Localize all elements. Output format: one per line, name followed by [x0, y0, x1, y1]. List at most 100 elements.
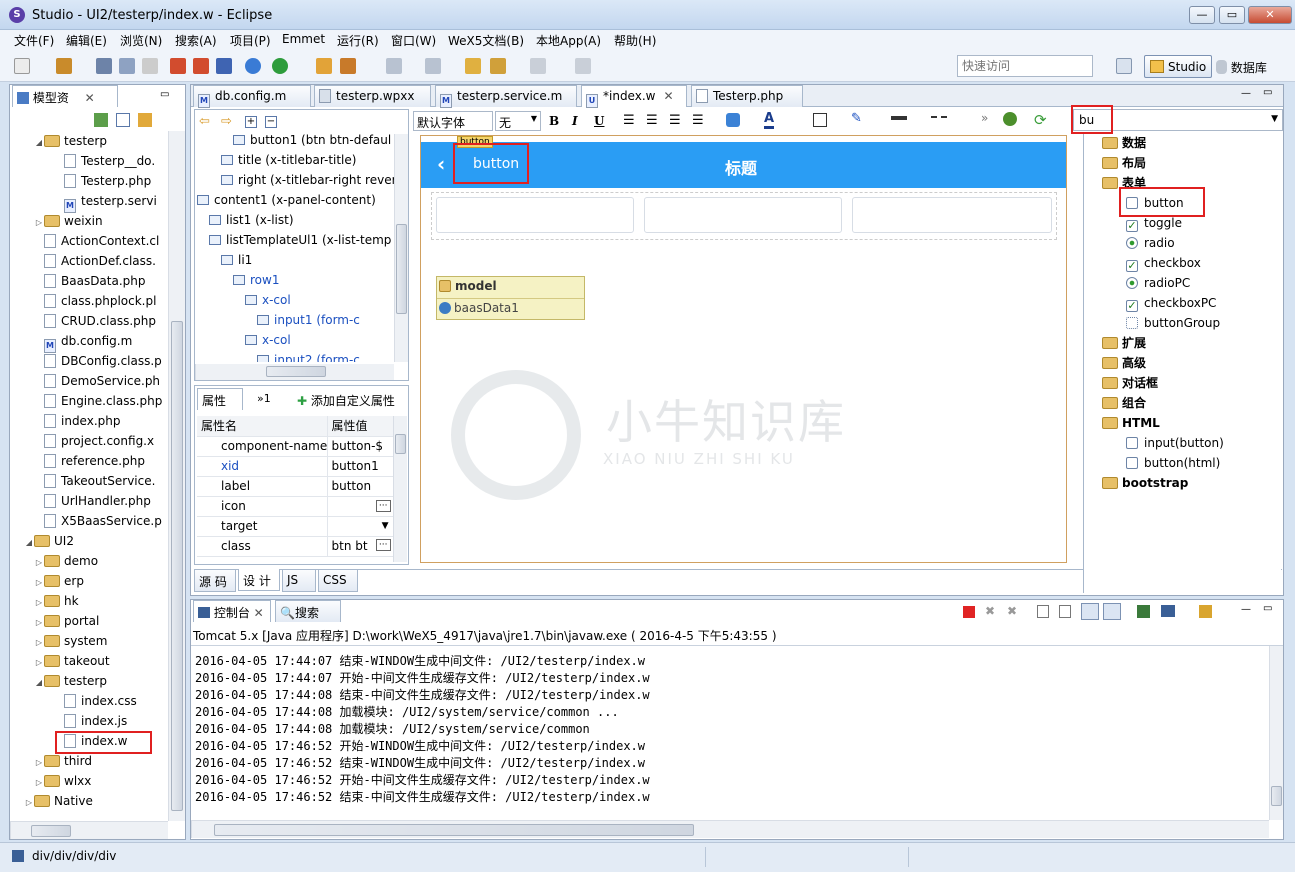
quick-access-input[interactable]	[957, 55, 1093, 77]
collapsed-arrow-icon[interactable]: ▷	[34, 613, 44, 633]
font-color-icon[interactable]: A	[764, 111, 775, 129]
collapsed-arrow-icon[interactable]: ▷	[24, 793, 34, 813]
refresh-icon[interactable]: ⟳	[1034, 111, 1047, 129]
collapsed-arrow-icon[interactable]: ▷	[34, 213, 44, 233]
dropdown-icon[interactable]: ▼	[382, 521, 389, 531]
tree-item[interactable]: ▷ wlxx	[34, 771, 91, 791]
prop-value[interactable]: button-$	[327, 436, 394, 457]
size-select[interactable]: 无 ▼	[495, 111, 541, 131]
props-vscroll[interactable]	[393, 416, 407, 562]
save-icon[interactable]	[96, 58, 112, 74]
show-stdout-icon[interactable]	[1081, 603, 1099, 620]
back-icon[interactable]	[490, 58, 506, 74]
underline-icon[interactable]: U	[594, 114, 604, 128]
palette-component[interactable]: input(button)	[1126, 433, 1224, 453]
outline-item[interactable]: button1 (btn btn-defaul	[233, 134, 391, 150]
forward-arrow-icon[interactable]: ⇨	[221, 114, 232, 129]
scroll-lock-icon[interactable]	[1059, 605, 1071, 618]
tree-item[interactable]: reference.php	[34, 451, 145, 471]
collapsed-arrow-icon[interactable]: ▷	[34, 553, 44, 573]
bold-icon[interactable]: B	[549, 114, 559, 128]
tab-properties[interactable]: 属性	[197, 388, 243, 410]
tree-vertical-scrollbar[interactable]	[168, 131, 185, 821]
scrollbar-thumb[interactable]	[1271, 786, 1282, 806]
run-icon[interactable]	[272, 58, 288, 74]
tree-item[interactable]: project.config.x	[34, 431, 154, 451]
menu-help[interactable]: 帮助(H)	[614, 32, 656, 49]
dash-style-icon[interactable]	[931, 116, 947, 120]
tree-item[interactable]: ActionContext.cl	[34, 231, 159, 251]
pin-console-icon[interactable]	[1137, 605, 1150, 618]
debug-tool-icon[interactable]	[170, 58, 186, 74]
model-explorer-tab[interactable]: 模型资 ✕	[12, 85, 118, 107]
model-component[interactable]: model baasData1	[436, 276, 585, 320]
tab-index-w[interactable]: U *index.w ✕	[581, 85, 687, 108]
palette-category[interactable]: 对话框	[1102, 373, 1158, 393]
menu-file[interactable]: 文件(F)	[14, 32, 54, 49]
tree-item[interactable]: ▷ demo	[34, 551, 98, 571]
tab-testerp-service[interactable]: Mtesterp.service.m	[435, 85, 577, 108]
tree-item[interactable]: ▷ Native	[24, 791, 93, 811]
menu-window[interactable]: 窗口(W)	[391, 32, 436, 49]
console-vscroll[interactable]	[1269, 646, 1283, 820]
outline-item[interactable]: content1 (x-panel-content)	[197, 190, 376, 210]
palette-component[interactable]: radio	[1126, 233, 1175, 253]
close-button[interactable]: ✕	[1248, 6, 1292, 24]
open-perspective-icon[interactable]	[1116, 58, 1132, 74]
more-tools-icon[interactable]: »	[981, 111, 988, 125]
bug-icon[interactable]	[1003, 112, 1017, 126]
tree-item[interactable]: index.php	[34, 411, 120, 431]
palette-category[interactable]: HTML	[1102, 413, 1160, 433]
tab-testerp-php[interactable]: Testerp.php	[691, 85, 803, 107]
tree-item[interactable]: index.js	[54, 711, 127, 731]
tree-item[interactable]: DemoService.ph	[34, 371, 160, 391]
tree-horizontal-scrollbar[interactable]	[10, 821, 168, 839]
font-select[interactable]: 默认字体	[413, 111, 493, 131]
align-right-icon[interactable]: ☰	[669, 113, 681, 128]
prop-value[interactable]: btn bt ···	[327, 536, 394, 557]
outline-item[interactable]: input1 (form-c	[257, 310, 360, 330]
outline-item[interactable]: input2 (form-c	[257, 350, 360, 362]
palette-category[interactable]: 扩展	[1102, 333, 1146, 353]
menu-wex5-docs[interactable]: WeX5文档(B)	[448, 32, 524, 49]
scrollbar-thumb[interactable]	[214, 824, 694, 836]
close-icon[interactable]: ✕	[663, 89, 673, 103]
tree-item[interactable]: ◢ testerp	[34, 131, 107, 151]
menu-navigate[interactable]: 浏览(N)	[120, 32, 162, 49]
terminate-icon[interactable]	[963, 606, 975, 618]
skip-icon[interactable]	[245, 58, 261, 74]
outline-vscroll[interactable]	[394, 134, 408, 362]
add-custom-property-button[interactable]: ✚ 添加自定义属性	[297, 392, 395, 409]
palette-category[interactable]: bootstrap	[1102, 473, 1188, 493]
design-canvas[interactable]: ‹ button 标题 button model baasData1 小牛知识库…	[420, 135, 1067, 563]
scrollbar-thumb[interactable]	[396, 224, 407, 314]
collapse-all-icon[interactable]	[116, 113, 130, 127]
sync-icon[interactable]	[138, 113, 152, 127]
input2-field[interactable]	[644, 197, 842, 233]
menu-local-app[interactable]: 本地App(A)	[536, 32, 601, 49]
tree-item[interactable]: ActionDef.class.	[34, 251, 156, 271]
studio-perspective-button[interactable]: Studio	[1144, 55, 1212, 78]
tree-item[interactable]: X5BaasService.p	[34, 511, 162, 531]
close-icon[interactable]: ✕	[254, 606, 264, 620]
outline-item[interactable]: right (x-titlebar-right revers	[221, 170, 395, 190]
expanded-arrow-icon[interactable]: ◢	[24, 533, 34, 553]
tree-item[interactable]: ▷ system	[34, 631, 107, 651]
tab-db-config[interactable]: Mdb.config.m	[193, 85, 311, 108]
tree-item[interactable]: Mtesterp.servi	[54, 191, 157, 213]
collapsed-arrow-icon[interactable]: ▷	[34, 573, 44, 593]
tree-item[interactable]: CRUD.class.php	[34, 311, 156, 331]
minimize-view-icon[interactable]: ▭	[160, 89, 169, 100]
tab-design[interactable]: 设 计	[238, 569, 280, 591]
tab-js[interactable]: JS	[282, 570, 316, 592]
maximize-console-icon[interactable]: ▭	[1263, 603, 1272, 614]
deploy-icon[interactable]	[340, 58, 356, 74]
outline-item[interactable]: x-col	[245, 330, 291, 350]
print-icon[interactable]	[142, 58, 158, 74]
debug-run-icon[interactable]	[216, 58, 232, 74]
scrollbar-thumb[interactable]	[395, 434, 406, 454]
clear-console-icon[interactable]	[1037, 605, 1049, 618]
back-arrow-icon[interactable]: ⇦	[199, 114, 210, 129]
collapsed-arrow-icon[interactable]: ▷	[34, 773, 44, 793]
tree-item[interactable]: Mdb.config.m	[34, 331, 132, 353]
